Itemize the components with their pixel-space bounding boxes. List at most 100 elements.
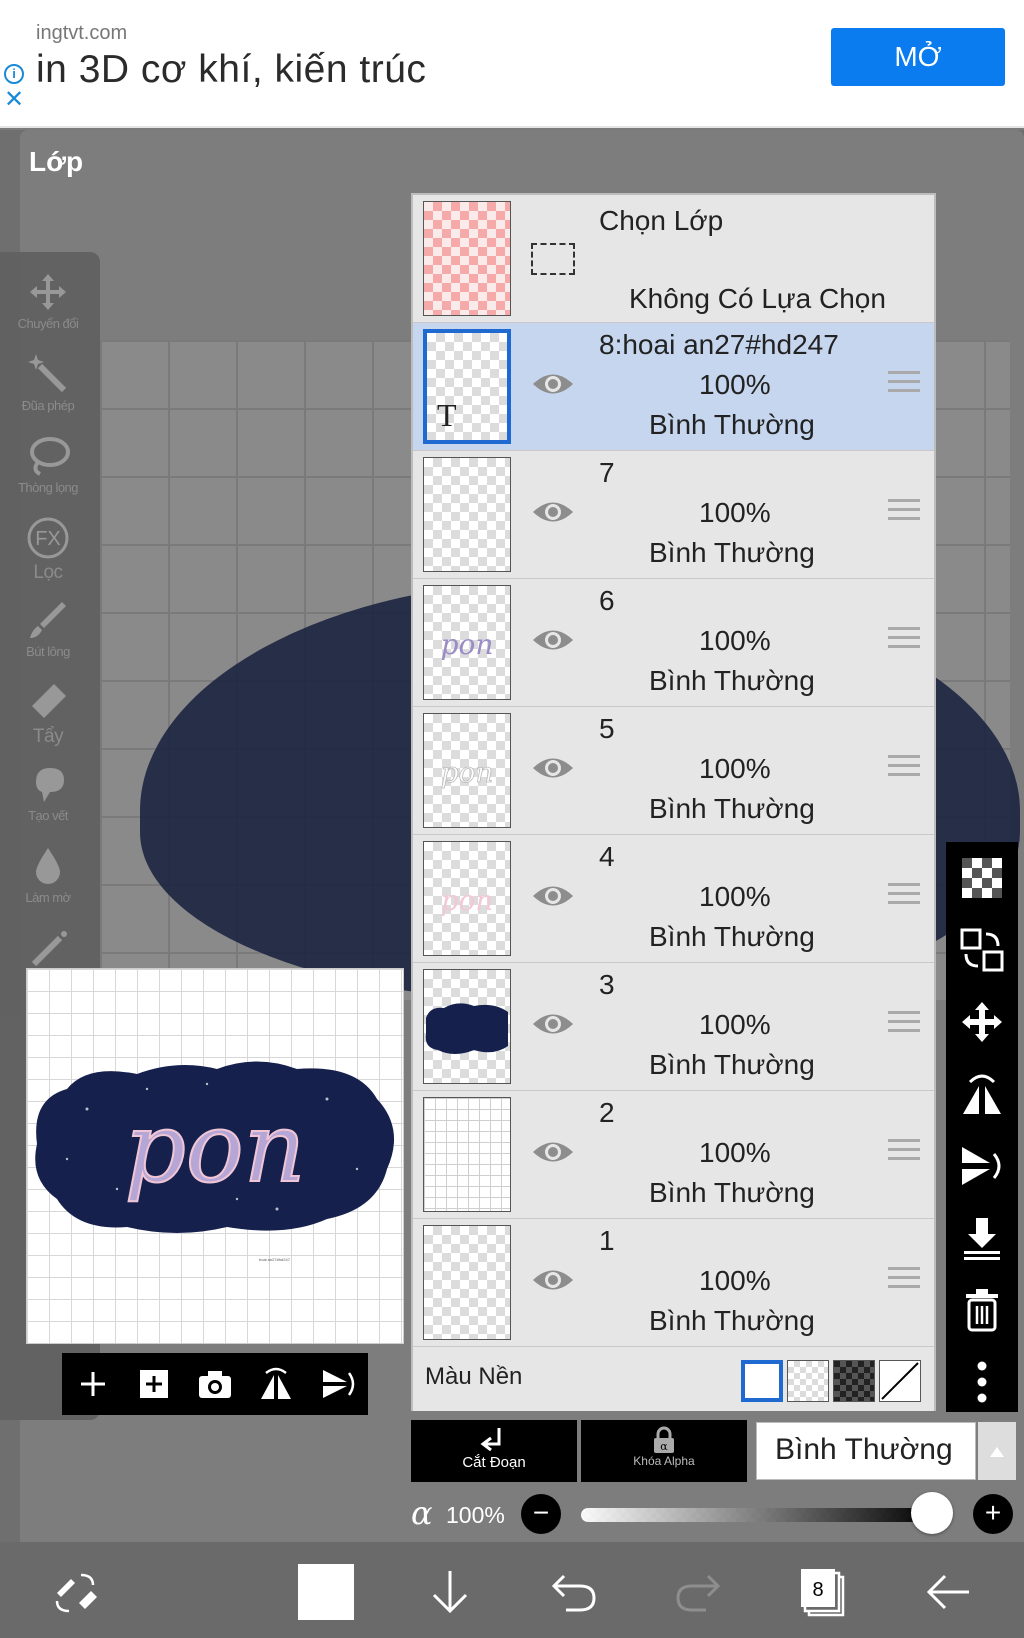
bg-none-swatch[interactable] — [879, 1360, 921, 1402]
layer-row[interactable]: pon 5 100% Bình Thường — [413, 707, 934, 835]
drag-handle-icon[interactable] — [888, 627, 920, 653]
layer-blend-mode: Bình Thường — [649, 409, 815, 440]
layer-thumbnail — [423, 969, 511, 1084]
move-layer-button[interactable] — [956, 996, 1008, 1048]
brush-eraser-toggle-button[interactable] — [46, 1562, 106, 1622]
layer-thumbnail: pon — [423, 713, 511, 828]
tool-magic-wand[interactable]: Đũa phép — [0, 346, 96, 426]
tool-brush[interactable]: Bút lông — [0, 592, 96, 672]
delete-layer-button[interactable] — [956, 1284, 1008, 1336]
selection-thumbnail — [423, 201, 511, 316]
app-root: ingtvt.com in 3D cơ khí, kiến trúc i ✕ M… — [0, 0, 1024, 1638]
arrow-down-icon — [432, 1571, 468, 1614]
opacity-slider-knob[interactable] — [911, 1492, 953, 1534]
text-layer-icon: T — [437, 397, 457, 433]
drag-handle-icon[interactable] — [888, 1267, 920, 1293]
redo-button[interactable] — [668, 1562, 728, 1622]
layer-row[interactable]: 7 100% Bình Thường — [413, 451, 934, 579]
right-toolbar — [946, 842, 1018, 1412]
smudge-icon — [36, 768, 64, 802]
canvas-preview[interactable]: pon hoai an27#hd247 — [26, 968, 404, 1344]
layer-opacity: 100% — [699, 1137, 771, 1168]
opacity-decrease-button[interactable]: − — [521, 1494, 561, 1534]
ad-open-button[interactable]: MỞ — [831, 28, 1005, 86]
move-icon — [30, 274, 66, 310]
layer-name: 2 — [599, 1097, 615, 1128]
layers-button[interactable]: 8 — [792, 1562, 852, 1622]
opacity-row: α 100% − + — [411, 1488, 1024, 1540]
eye-icon[interactable] — [531, 881, 575, 911]
transform-layer-button[interactable] — [956, 924, 1008, 976]
selection-subtitle: Không Có Lựa Chọn — [629, 283, 886, 314]
chevron-up-icon — [990, 1447, 1004, 1457]
flip-vertical-button[interactable] — [315, 1362, 359, 1406]
layer-row[interactable]: 2 100% Bình Thường — [413, 1091, 934, 1219]
blend-mode-dropdown[interactable]: Bình Thường — [756, 1422, 976, 1480]
flip-horizontal-button[interactable] — [254, 1362, 298, 1406]
eye-icon[interactable] — [531, 497, 575, 527]
undo-button[interactable] — [544, 1562, 604, 1622]
drag-handle-icon[interactable] — [888, 755, 920, 781]
merge-down-button[interactable] — [956, 1212, 1008, 1264]
flip-horizontal-icon — [963, 1074, 1001, 1114]
selection-layer-row[interactable]: Chọn Lớp Không Có Lựa Chọn — [413, 195, 934, 323]
layer-row[interactable]: 1 100% Bình Thường — [413, 1219, 934, 1347]
drag-handle-icon[interactable] — [888, 883, 920, 909]
tool-label: Bút lông — [26, 644, 70, 659]
layer-row[interactable]: T 8:hoai an27#hd247 100% Bình Thường — [413, 323, 934, 451]
tool-label: Lọc — [33, 562, 63, 583]
alpha-lock-button[interactable]: α Khóa Alpha — [581, 1420, 747, 1482]
flip-h-layer-button[interactable] — [956, 1068, 1008, 1120]
camera-button[interactable] — [193, 1362, 237, 1406]
clipping-button[interactable]: Cắt Đoạn — [411, 1420, 577, 1482]
clip-arrow-icon — [480, 1428, 501, 1452]
thumb-artwork: pon — [440, 756, 494, 790]
flip-vertical-icon — [962, 1147, 1001, 1185]
tool-smudge[interactable]: Tạo vết — [0, 756, 96, 836]
color-swatch-button[interactable] — [296, 1562, 356, 1622]
add-layer-button[interactable] — [71, 1362, 115, 1406]
layer-thumbnail — [423, 457, 511, 572]
layer-thumbnail: pon — [423, 585, 511, 700]
close-icon[interactable]: ✕ — [4, 88, 24, 112]
more-options-button[interactable] — [956, 1356, 1008, 1408]
tool-blur[interactable]: Làm mờ — [0, 838, 96, 918]
layer-row[interactable]: pon 4 100% Bình Thường — [413, 835, 934, 963]
bg-transparent-swatch[interactable] — [787, 1360, 829, 1402]
layers-stack-icon: 8 — [801, 1569, 845, 1617]
eye-icon[interactable] — [531, 1265, 575, 1295]
drag-handle-icon[interactable] — [888, 1139, 920, 1165]
back-button[interactable] — [918, 1562, 978, 1622]
opacity-slider[interactable] — [581, 1508, 921, 1522]
more-vertical-icon — [977, 1361, 987, 1403]
eye-icon[interactable] — [531, 1137, 575, 1167]
flip-v-layer-button[interactable] — [956, 1140, 1008, 1192]
ad-headline[interactable]: in 3D cơ khí, kiến trúc — [36, 48, 426, 92]
ad-banner[interactable]: ingtvt.com in 3D cơ khí, kiến trúc i ✕ M… — [0, 0, 1024, 128]
bg-dark-swatch[interactable] — [833, 1360, 875, 1402]
tool-filter[interactable]: FX Lọc — [0, 510, 96, 590]
info-icon[interactable]: i — [4, 64, 24, 84]
drag-handle-icon[interactable] — [888, 1011, 920, 1037]
checker-button[interactable] — [956, 852, 1008, 904]
clipping-label: Cắt Đoạn — [462, 1454, 526, 1471]
tool-transform[interactable]: Chuyển đổi — [0, 264, 96, 344]
svg-text:pon: pon — [441, 884, 494, 917]
drag-handle-icon[interactable] — [888, 499, 920, 525]
layer-row[interactable]: 3 100% Bình Thường — [413, 963, 934, 1091]
layer-row[interactable]: pon 6 100% Bình Thường — [413, 579, 934, 707]
eye-icon[interactable] — [531, 1009, 575, 1039]
eye-icon[interactable] — [531, 625, 575, 655]
eye-icon[interactable] — [531, 753, 575, 783]
blend-mode-expand-button[interactable] — [978, 1422, 1016, 1480]
drag-handle-icon[interactable] — [888, 371, 920, 397]
download-button[interactable] — [420, 1562, 480, 1622]
tool-lasso[interactable]: Thòng lọng — [0, 428, 96, 508]
preview-toolbar — [62, 1353, 368, 1415]
layer-opacity: 100% — [699, 625, 771, 656]
opacity-increase-button[interactable]: + — [973, 1494, 1013, 1534]
add-frame-layer-button[interactable] — [132, 1362, 176, 1406]
tool-eraser[interactable]: Tẩy — [0, 674, 96, 754]
eye-icon[interactable] — [531, 369, 575, 399]
bg-white-swatch[interactable] — [741, 1360, 783, 1402]
